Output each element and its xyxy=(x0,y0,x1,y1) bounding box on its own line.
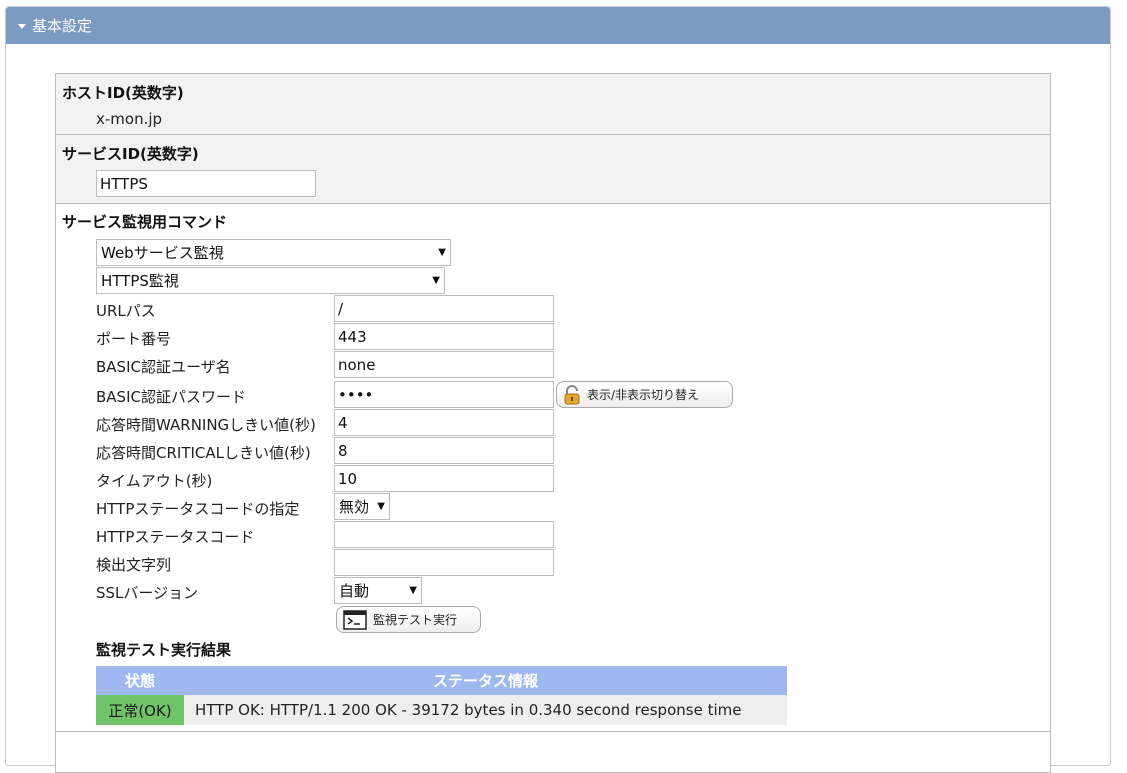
chevron-down-icon: ▼ xyxy=(438,247,446,258)
service-id-section: サービスID(英数字) xyxy=(56,135,1050,204)
result-table-header: 状態 ステータス情報 xyxy=(96,666,787,695)
toggle-password-label: 表示/非表示切り替え xyxy=(587,388,700,402)
basic-user-label: BASIC認証ユーザ名 xyxy=(96,358,231,376)
service-id-label: サービスID(英数字) xyxy=(62,145,199,163)
basic-pass-input[interactable] xyxy=(334,381,554,408)
chevron-down-icon: ▼ xyxy=(432,275,440,286)
host-id-value: x-mon.jp xyxy=(96,110,163,128)
ssl-version-label: SSLバージョン xyxy=(96,584,199,602)
service-id-input[interactable] xyxy=(96,170,316,197)
panel-title: 基本設定 xyxy=(32,17,93,35)
detect-string-label: 検出文字列 xyxy=(96,556,172,574)
detect-string-input[interactable] xyxy=(334,549,554,576)
command-select[interactable]: HTTPS監視 ▼ xyxy=(96,267,445,294)
host-id-section: ホストID(英数字) x-mon.jp xyxy=(56,74,1050,135)
status-code-spec-select[interactable]: 無効 ▼ xyxy=(334,493,390,520)
status-code-input[interactable] xyxy=(334,521,554,548)
caret-down-icon xyxy=(18,23,26,29)
chevron-down-icon: ▼ xyxy=(377,501,385,512)
lock-icon xyxy=(564,384,580,404)
host-id-label: ホストID(英数字) xyxy=(62,84,184,102)
basic-user-input[interactable] xyxy=(334,351,554,378)
command-section: サービス監視用コマンド Webサービス監視 ▼ HTTPS監視 ▼ URLパス … xyxy=(56,204,1050,732)
settings-form: ホストID(英数字) x-mon.jp サービスID(英数字) サービス監視用コ… xyxy=(55,73,1051,773)
run-test-label: 監視テスト実行 xyxy=(373,613,458,627)
category-select-value: Webサービス監視 xyxy=(101,244,224,262)
command-label: サービス監視用コマンド xyxy=(62,213,228,231)
url-path-input[interactable] xyxy=(334,295,554,322)
terminal-icon xyxy=(343,609,367,630)
info-header: ステータス情報 xyxy=(432,672,538,690)
status-info: HTTP OK: HTTP/1.1 200 OK - 39172 bytes i… xyxy=(184,695,787,725)
basic-pass-label: BASIC認証パスワード xyxy=(96,388,246,406)
status-code-spec-label: HTTPステータスコードの指定 xyxy=(96,500,300,518)
url-path-label: URLパス xyxy=(96,302,156,320)
result-title: 監視テスト実行結果 xyxy=(96,641,232,659)
status-header: 状態 xyxy=(124,672,155,690)
status-code-spec-value: 無効 xyxy=(339,498,370,516)
ssl-version-select[interactable]: 自動 ▼ xyxy=(334,577,422,604)
timeout-input[interactable] xyxy=(334,465,554,492)
ssl-version-value: 自動 xyxy=(339,582,370,600)
status-code-label: HTTPステータスコード xyxy=(96,528,255,546)
status-badge: 正常(OK) xyxy=(96,695,184,725)
warning-input[interactable] xyxy=(334,409,554,436)
category-select[interactable]: Webサービス監視 ▼ xyxy=(96,239,451,266)
warning-label: 応答時間WARNINGしきい値(秒) xyxy=(96,416,316,434)
table-row: 正常(OK) HTTP OK: HTTP/1.1 200 OK - 39172 … xyxy=(96,695,787,725)
result-table: 状態 ステータス情報 正常(OK) HTTP OK: HTTP/1.1 200 … xyxy=(96,666,787,725)
port-label: ポート番号 xyxy=(96,330,172,348)
chevron-down-icon: ▼ xyxy=(409,585,417,596)
port-input[interactable] xyxy=(334,323,554,350)
command-select-value: HTTPS監視 xyxy=(101,272,179,290)
critical-label: 応答時間CRITICALしきい値(秒) xyxy=(96,444,311,462)
critical-input[interactable] xyxy=(334,437,554,464)
toggle-password-button[interactable]: 表示/非表示切り替え xyxy=(556,381,733,408)
timeout-label: タイムアウト(秒) xyxy=(96,472,213,490)
run-test-button[interactable]: 監視テスト実行 xyxy=(336,606,481,633)
panel-header[interactable]: 基本設定 xyxy=(6,7,1110,44)
